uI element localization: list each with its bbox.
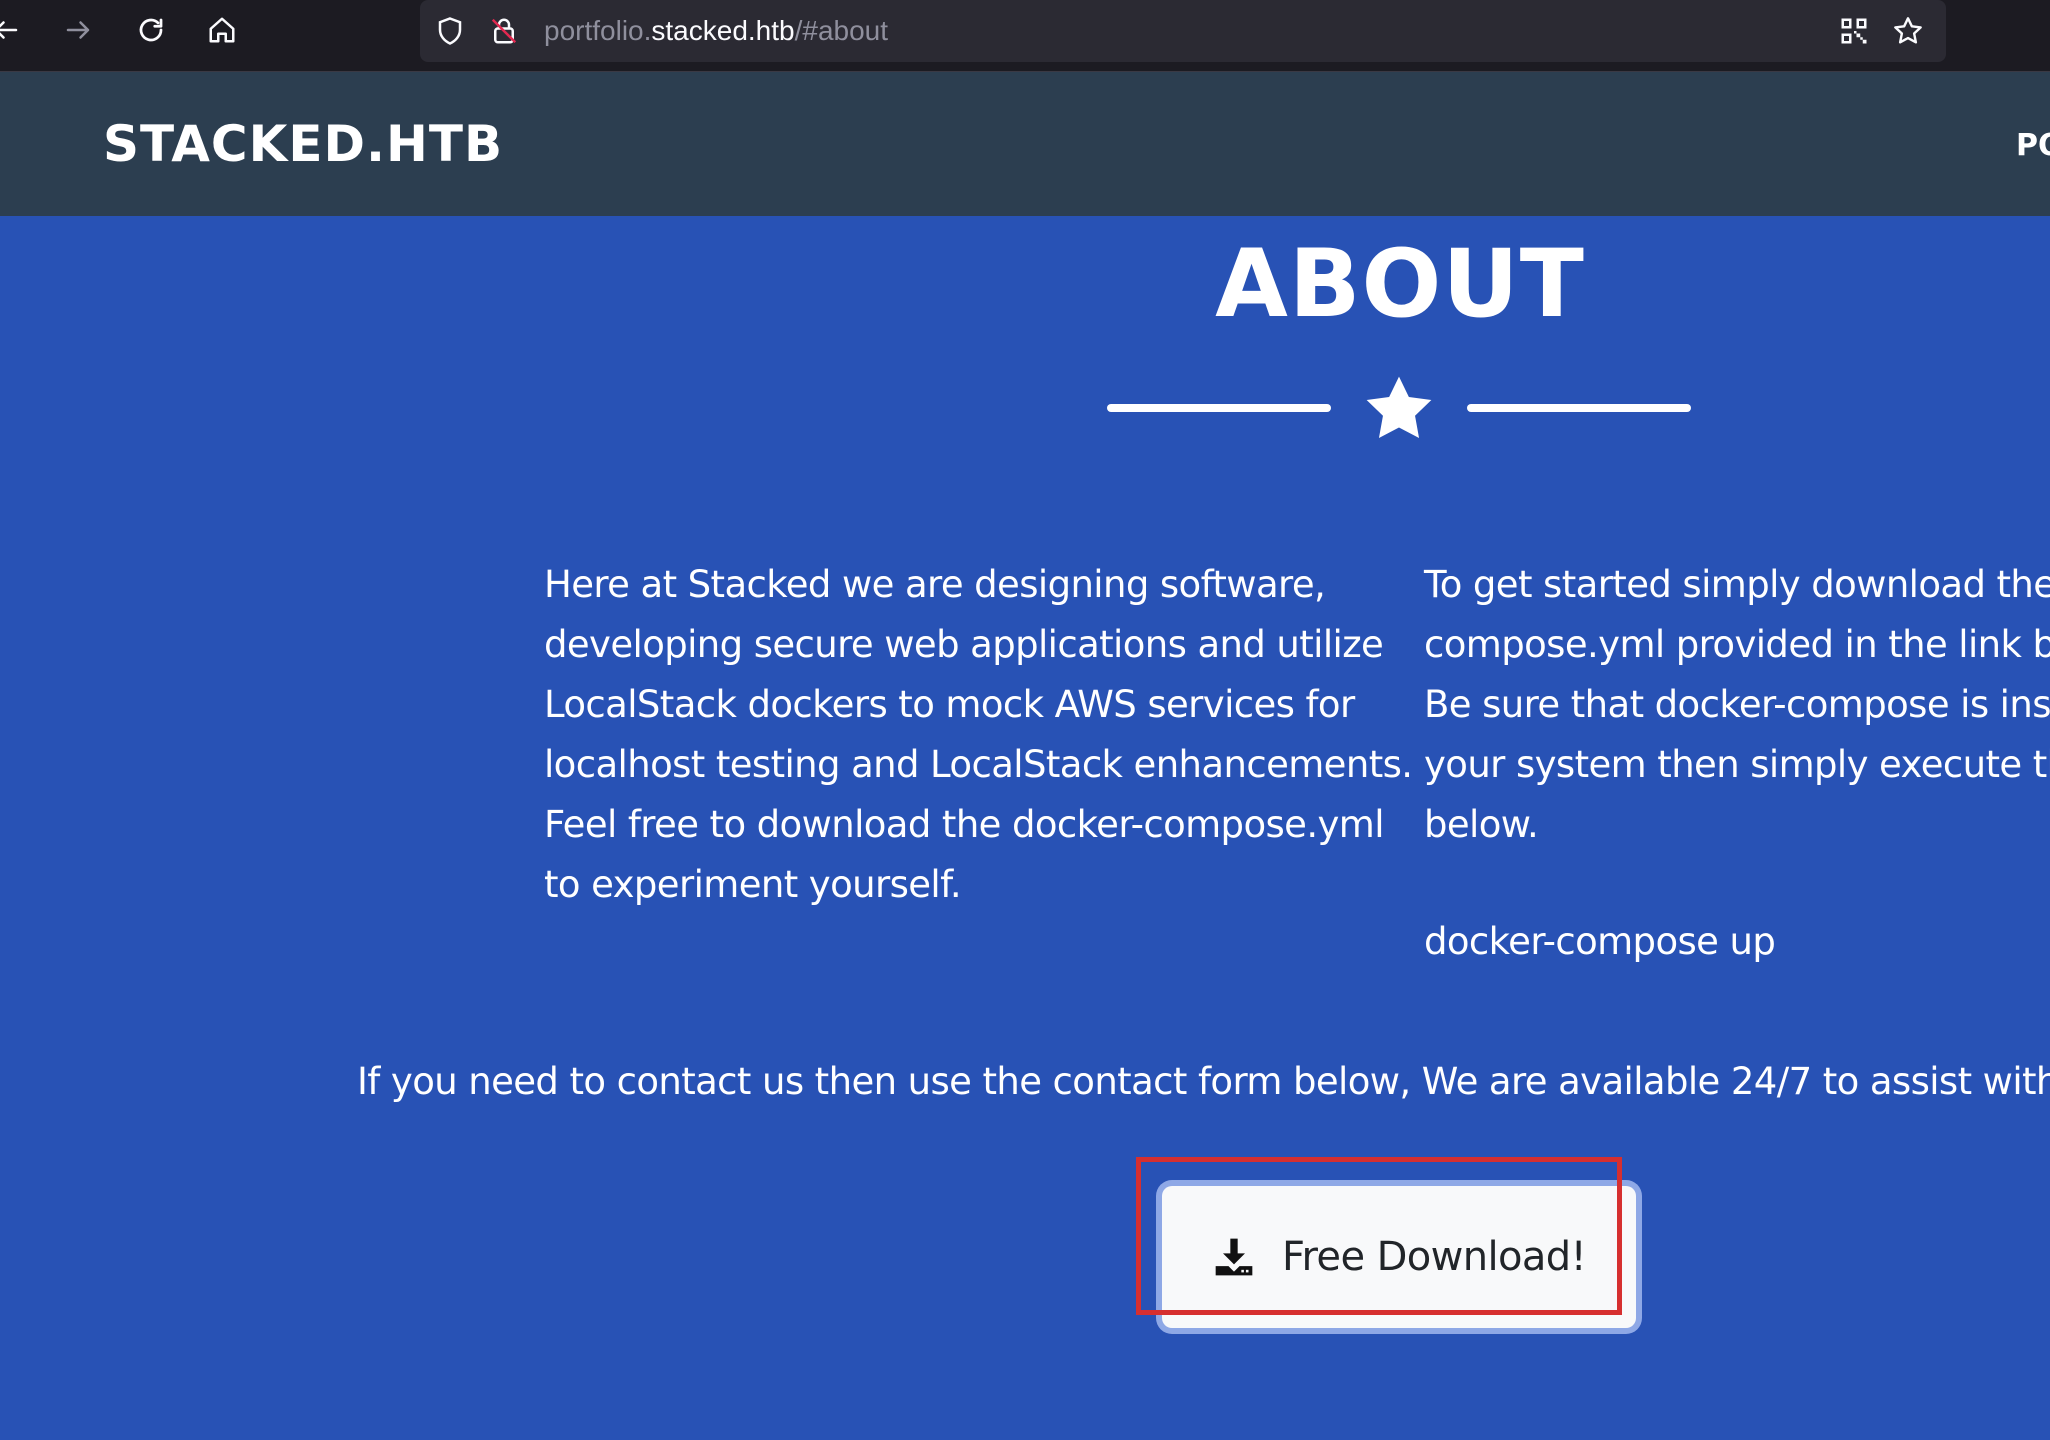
text-line: Be sure that docker-compose is insta [1424,683,2050,726]
text-line: below. [1424,803,1539,846]
about-text-right: To get started simply download the d com… [1424,555,2050,855]
download-label: Free Download! [1281,1234,1587,1280]
tracking-protection-shield-icon[interactable] [432,13,468,49]
back-icon[interactable] [0,10,26,50]
insecure-lock-icon[interactable] [486,13,522,49]
about-text-left: Here at Stacked we are designing softwar… [544,555,1413,915]
text-line: Here at Stacked we are designing softwar… [544,563,1326,606]
nav-link-portfolio[interactable]: PORTFOLIO [2016,126,2050,166]
reload-icon[interactable] [131,10,171,50]
text-line: compose.yml provided in the link bel [1424,623,2050,666]
docker-command: docker-compose up [1424,920,1776,963]
text-line: To get started simply download the d [1424,563,2050,606]
section-title: ABOUT [1215,230,1585,339]
site-brand[interactable]: STACKED.HTB [103,116,503,172]
site-navbar: STACKED.HTB PORTFOLIO [0,72,2050,216]
bookmark-star-icon[interactable] [1890,13,1926,49]
text-line: Feel free to download the docker-compose… [544,803,1385,846]
browser-toolbar: portfolio.stacked.htb/#about [0,0,2050,72]
home-icon[interactable] [202,10,242,50]
contact-text: If you need to contact us then use the c… [357,1060,2050,1103]
divider-line-right [1467,404,1691,412]
star-icon [1366,376,1432,438]
text-line: developing secure web applications and u… [544,623,1384,666]
qr-code-icon[interactable] [1836,13,1872,49]
url-text[interactable]: portfolio.stacked.htb/#about [544,11,888,51]
divider-line-left [1107,404,1331,412]
forward-icon[interactable] [58,10,98,50]
free-download-button[interactable]: Free Download! [1162,1186,1636,1328]
download-icon [1215,1238,1253,1276]
url-bar[interactable]: portfolio.stacked.htb/#about [420,0,1946,62]
text-line: your system then simply execute the [1424,743,2050,786]
text-line: to experiment yourself. [544,863,962,906]
text-line: LocalStack dockers to mock AWS services … [544,683,1355,726]
text-line: localhost testing and LocalStack enhance… [544,743,1413,786]
